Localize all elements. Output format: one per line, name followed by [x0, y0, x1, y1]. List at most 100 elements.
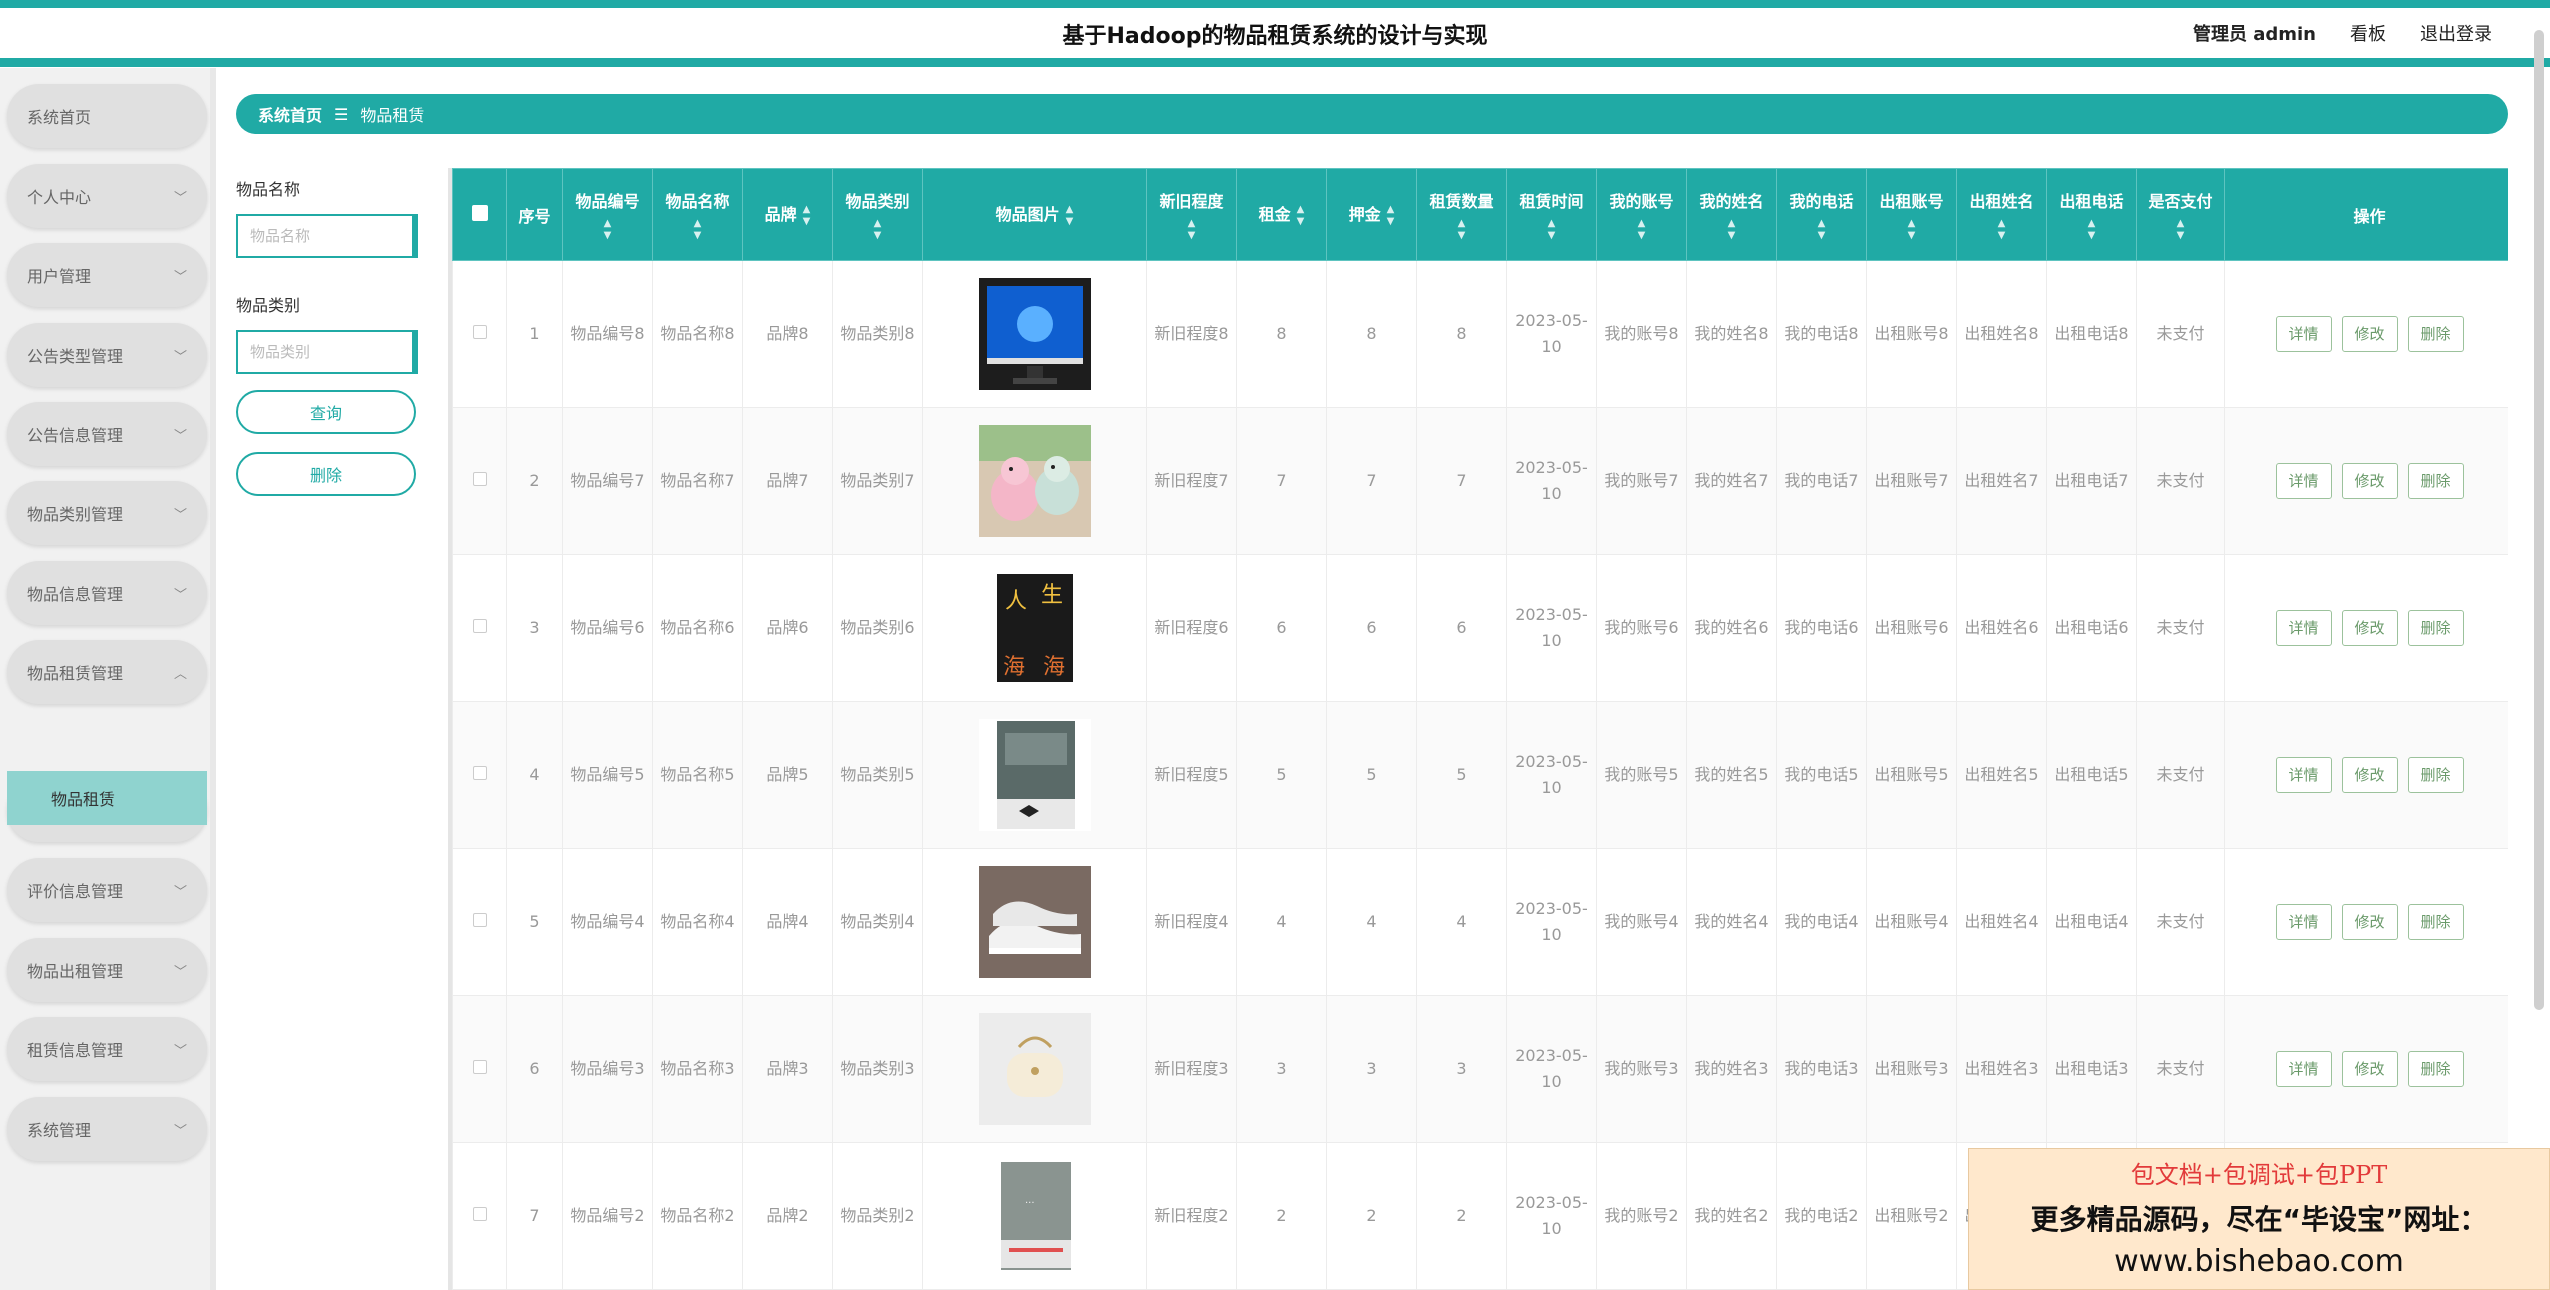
table-row[interactable]: 1 物品编号8 物品名称8 品牌8 物品类别8 新旧程度8 8 8 8 2023-05-10 我的账…	[452, 260, 2508, 408]
column-header[interactable]: 是否支付 ▲ ▼	[2136, 168, 2225, 261]
delete-button[interactable]: 删除	[2407, 463, 2464, 499]
row-checkbox[interactable]	[472, 766, 487, 780]
sort-caret-icon[interactable]: ▲ ▼	[803, 204, 811, 228]
column-header[interactable]: 我的姓名 ▲ ▼	[1686, 168, 1777, 261]
detail-button[interactable]: 详情	[2275, 1051, 2332, 1087]
sort-caret-icon[interactable]: ▲ ▼	[1147, 218, 1236, 242]
detail-button[interactable]: 详情	[2275, 610, 2332, 646]
delete-button[interactable]: 删除	[2407, 904, 2464, 940]
column-header[interactable]: 品牌 ▲ ▼	[742, 168, 833, 261]
sort-caret-icon[interactable]: ▲ ▼	[653, 218, 742, 242]
column-header[interactable]: 物品编号 ▲ ▼	[562, 168, 653, 261]
item-thumbnail[interactable]: ···	[929, 1160, 1140, 1272]
column-header[interactable]: 物品图片 ▲ ▼	[922, 168, 1147, 261]
item-thumbnail[interactable]	[929, 1013, 1140, 1125]
sort-caret-icon[interactable]: ▲ ▼	[1777, 218, 1866, 242]
sort-caret-icon[interactable]: ▲ ▼	[1957, 218, 2046, 242]
sort-caret-icon[interactable]: ▲ ▼	[2047, 218, 2136, 242]
table-row[interactable]: 6 物品编号3 物品名称3 品牌3 物品类别3 新旧程度3 3 3 3 2023-05-10 我的账…	[452, 995, 2508, 1143]
column-header[interactable]: 出租电话 ▲ ▼	[2046, 168, 2137, 261]
delete-button[interactable]: 删除	[2407, 316, 2464, 352]
edit-button[interactable]: 修改	[2341, 1051, 2398, 1087]
batch-delete-button[interactable]: 删除	[236, 452, 416, 496]
table-row[interactable]: 2 物品编号7 物品名称7 品牌7 物品类别7 新旧程度7 7 7 7 2023-05-10 我的账…	[452, 407, 2508, 555]
item-thumbnail[interactable]: 人生海海	[929, 572, 1140, 684]
sidebar-item[interactable]: 评价信息管理 ﹀	[7, 858, 207, 922]
column-header[interactable]: 物品类别 ▲ ▼	[832, 168, 923, 261]
column-header[interactable]: 押金 ▲ ▼	[1326, 168, 1417, 261]
column-header[interactable]: 租赁时间 ▲ ▼	[1506, 168, 1597, 261]
sidebar-item[interactable]: 租赁信息管理 ﹀	[7, 1017, 207, 1081]
cell-category: 物品类别8	[832, 260, 923, 408]
table-row[interactable]: 5 物品编号4 物品名称4 品牌4 物品类别4 新旧程度4 4 4 4 2023-05-10 我的账…	[452, 848, 2508, 996]
sort-caret-icon[interactable]: ▲ ▼	[1066, 204, 1074, 228]
column-header[interactable]: 物品名称 ▲ ▼	[652, 168, 743, 261]
row-checkbox[interactable]	[472, 1060, 487, 1074]
column-header[interactable]: 新旧程度 ▲ ▼	[1146, 168, 1237, 261]
edit-button[interactable]: 修改	[2341, 316, 2398, 352]
column-header[interactable]: 出租姓名 ▲ ▼	[1956, 168, 2047, 261]
sidebar-item[interactable]: 用户管理 ﹀	[7, 243, 207, 307]
sidebar-item[interactable]: 物品类别管理 ﹀	[7, 481, 207, 545]
edit-button[interactable]: 修改	[2341, 757, 2398, 793]
table-row[interactable]: 4 物品编号5 物品名称5 品牌5 物品类别5 新旧程度5 5 5 5 2023-05-10 我的账…	[452, 701, 2508, 849]
edit-button[interactable]: 修改	[2341, 463, 2398, 499]
row-checkbox[interactable]	[472, 325, 487, 339]
sort-caret-icon[interactable]: ▲ ▼	[1867, 218, 1956, 242]
item-thumbnail[interactable]	[929, 866, 1140, 978]
detail-button[interactable]: 详情	[2275, 316, 2332, 352]
breadcrumb-home[interactable]: 系统首页	[258, 102, 322, 126]
sidebar-item[interactable]: 公告信息管理 ﹀	[7, 402, 207, 466]
category-search-input[interactable]	[236, 330, 418, 374]
cell-deposit: 2	[1326, 1142, 1417, 1290]
item-thumbnail[interactable]	[929, 425, 1140, 537]
detail-button[interactable]: 详情	[2275, 757, 2332, 793]
column-header[interactable]: 我的账号 ▲ ▼	[1596, 168, 1687, 261]
query-button[interactable]: 查询	[236, 390, 416, 434]
column-header[interactable]: 租金 ▲ ▼	[1236, 168, 1327, 261]
delete-button[interactable]: 删除	[2407, 1051, 2464, 1087]
delete-button[interactable]: 删除	[2407, 757, 2464, 793]
sort-caret-icon[interactable]: ▲ ▼	[1417, 218, 1506, 242]
sort-caret-icon[interactable]: ▲ ▼	[1507, 218, 1596, 242]
sidebar-item[interactable]: 物品租赁管理 ︿	[7, 640, 207, 704]
edit-button[interactable]: 修改	[2341, 904, 2398, 940]
name-search-input[interactable]	[236, 214, 418, 258]
detail-button[interactable]: 详情	[2275, 463, 2332, 499]
page-scrollbar[interactable]	[2534, 30, 2544, 1010]
row-checkbox[interactable]	[472, 619, 487, 633]
sort-caret-icon[interactable]: ▲ ▼	[563, 218, 652, 242]
detail-button[interactable]: 详情	[2275, 904, 2332, 940]
board-link[interactable]: 看板	[2350, 20, 2386, 46]
column-header[interactable]: 我的电话 ▲ ▼	[1776, 168, 1867, 261]
sidebar-item[interactable]: 个人中心 ﹀	[7, 164, 207, 228]
row-checkbox[interactable]	[472, 1207, 487, 1221]
cell-text: 3	[1366, 1059, 1377, 1078]
cell-text: 出租姓名3	[1964, 1059, 2039, 1078]
sidebar-item[interactable]: 系统管理 ﹀	[7, 1097, 207, 1161]
sort-caret-icon[interactable]: ▲ ▼	[1387, 204, 1395, 228]
column-header[interactable]: 租赁数量 ▲ ▼	[1416, 168, 1507, 261]
sidebar-item[interactable]: 系统首页	[7, 84, 207, 148]
sort-caret-icon[interactable]: ▲ ▼	[1597, 218, 1686, 242]
row-checkbox[interactable]	[472, 913, 487, 927]
sort-caret-icon[interactable]: ▲ ▼	[2137, 218, 2224, 242]
item-thumbnail[interactable]	[929, 719, 1140, 831]
sidebar-subitem-rental[interactable]: 物品租赁	[7, 771, 207, 825]
select-all-checkbox[interactable]	[471, 204, 488, 221]
row-checkbox[interactable]	[472, 472, 487, 486]
sidebar-item[interactable]: 物品信息管理 ﹀	[7, 561, 207, 625]
sidebar-item[interactable]: 物品出租管理 ﹀	[7, 938, 207, 1002]
column-header: 序号	[506, 168, 563, 261]
delete-button[interactable]: 删除	[2407, 610, 2464, 646]
logout-link[interactable]: 退出登录	[2420, 20, 2492, 46]
cell-text: 物品名称8	[660, 324, 735, 343]
sort-caret-icon[interactable]: ▲ ▼	[1687, 218, 1776, 242]
edit-button[interactable]: 修改	[2341, 610, 2398, 646]
sidebar-item[interactable]: 公告类型管理 ﹀	[7, 323, 207, 387]
sort-caret-icon[interactable]: ▲ ▼	[833, 218, 922, 242]
column-header[interactable]: 出租账号 ▲ ▼	[1866, 168, 1957, 261]
item-thumbnail[interactable]	[929, 278, 1140, 390]
sort-caret-icon[interactable]: ▲ ▼	[1297, 204, 1305, 228]
table-row[interactable]: 3 物品编号6 物品名称6 品牌6 物品类别6 人生海海新旧程度6 6 6 6 2023-05-1…	[452, 554, 2508, 702]
